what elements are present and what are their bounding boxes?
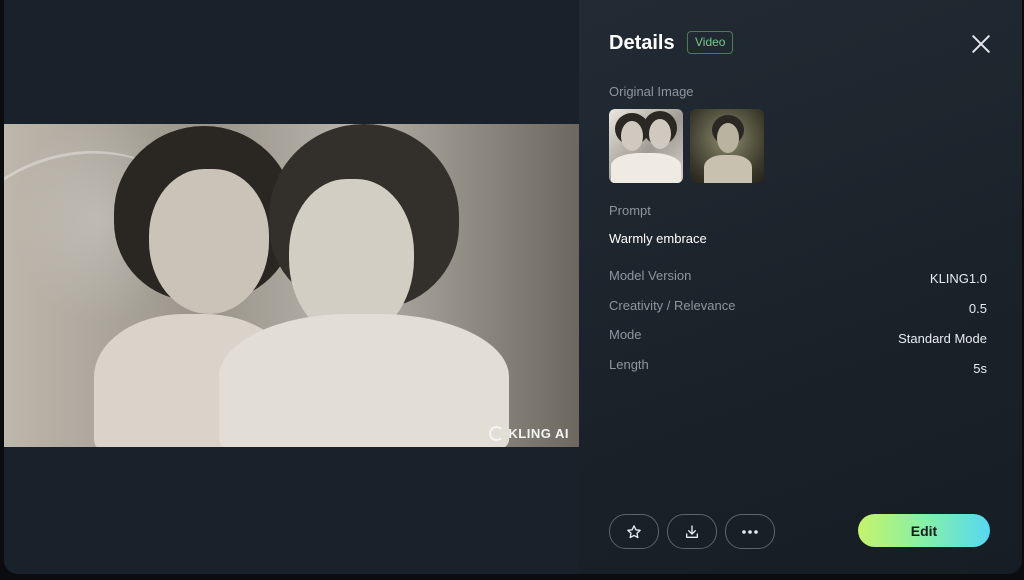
creativity-value: 0.5 <box>968 301 987 316</box>
type-badge: Video <box>687 31 734 54</box>
length-label: Length <box>609 357 649 372</box>
creativity-label: Creativity / Relevance <box>609 298 736 313</box>
original-image-label: Original Image <box>609 84 694 99</box>
model-version-label: Model Version <box>609 268 692 283</box>
more-button[interactable] <box>725 514 775 549</box>
download-button[interactable] <box>667 514 717 549</box>
original-image-thumbnail-2[interactable] <box>690 109 764 183</box>
kling-watermark: KLING AI <box>489 426 569 441</box>
edit-button[interactable]: Edit <box>858 514 990 547</box>
length-value: 5s <box>973 361 987 376</box>
close-icon[interactable] <box>971 34 991 54</box>
video-preview-area: KLING AI <box>4 0 579 574</box>
more-icon <box>742 529 758 534</box>
action-buttons <box>609 514 775 549</box>
kling-logo-icon <box>489 426 505 441</box>
video-player[interactable]: KLING AI <box>4 124 579 447</box>
original-image-thumbnail-1[interactable] <box>609 109 683 183</box>
watermark-text: KLING AI <box>508 426 569 441</box>
download-icon <box>686 524 698 538</box>
favorite-button[interactable] <box>609 514 659 549</box>
details-window: KLING AI Details Video Original Image Pr… <box>4 0 1022 574</box>
mode-label: Mode <box>609 327 642 342</box>
model-version-value: KLING1.0 <box>929 271 987 286</box>
mode-value: Standard Mode <box>898 331 987 346</box>
prompt-label: Prompt <box>609 203 651 218</box>
details-panel: Details Video Original Image Prompt Warm… <box>579 0 1022 574</box>
prompt-value: Warmly embrace <box>609 231 707 246</box>
panel-title: Details <box>609 32 675 54</box>
star-icon <box>627 524 641 538</box>
